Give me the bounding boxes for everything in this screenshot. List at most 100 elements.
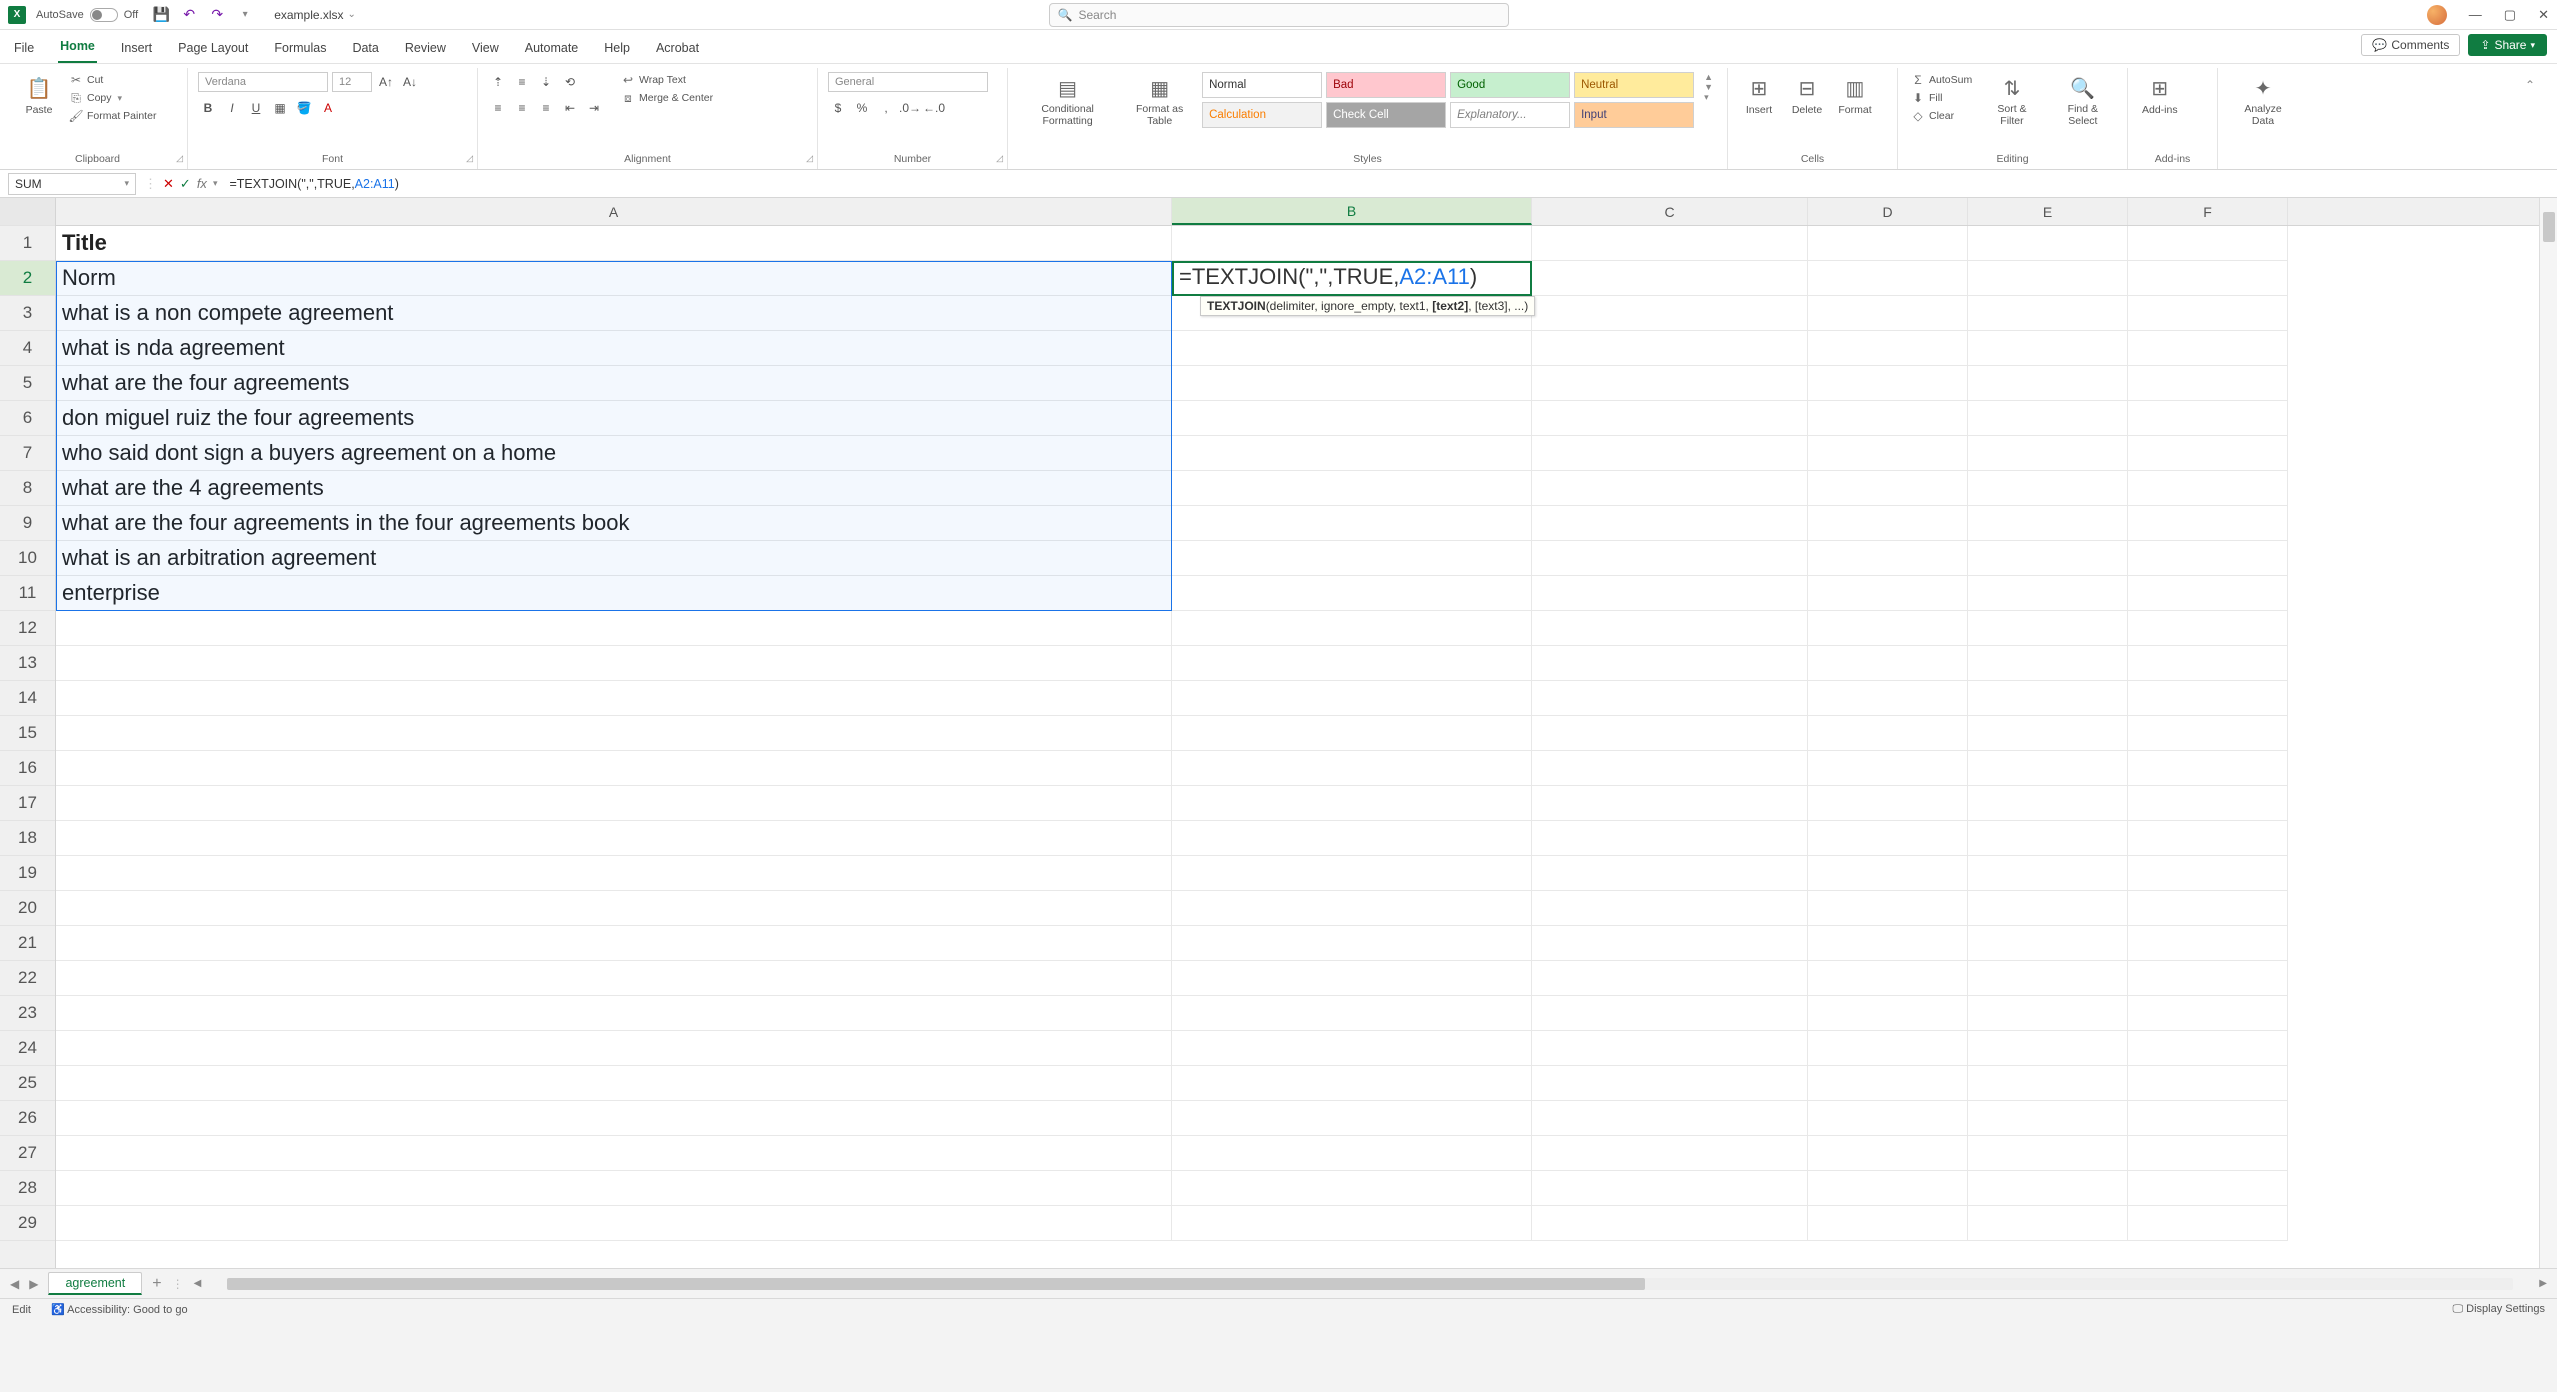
number-format-select[interactable]: General (828, 72, 988, 92)
column-header-b[interactable]: B (1172, 198, 1532, 225)
delete-cells-button[interactable]: ⊟Delete (1786, 72, 1828, 118)
cell[interactable] (56, 996, 1172, 1031)
align-left-icon[interactable]: ≡ (488, 98, 508, 118)
cell-a3[interactable]: what is a non compete agreement (56, 296, 1172, 331)
cell[interactable] (1808, 856, 1968, 891)
align-bottom-icon[interactable]: ⇣ (536, 72, 556, 92)
cell[interactable] (1172, 1206, 1532, 1241)
cell[interactable] (1172, 506, 1532, 541)
style-neutral[interactable]: Neutral (1574, 72, 1694, 98)
cell[interactable] (1532, 1031, 1808, 1066)
cell[interactable] (1808, 1171, 1968, 1206)
cell[interactable] (1172, 996, 1532, 1031)
column-header-d[interactable]: D (1808, 198, 1968, 225)
cell[interactable] (1968, 646, 2128, 681)
row-header[interactable]: 21 (0, 926, 55, 961)
cell[interactable] (1808, 541, 1968, 576)
tab-automate[interactable]: Automate (523, 35, 581, 63)
filename[interactable]: example.xlsx ⌄ (274, 8, 356, 22)
cell[interactable] (1172, 681, 1532, 716)
cell[interactable] (2128, 366, 2288, 401)
cell[interactable] (2128, 926, 2288, 961)
select-all-corner[interactable] (0, 198, 55, 226)
cell[interactable] (1172, 401, 1532, 436)
row-header[interactable]: 26 (0, 1101, 55, 1136)
insert-cells-button[interactable]: ⊞Insert (1738, 72, 1780, 118)
cell[interactable] (1808, 331, 1968, 366)
style-bad[interactable]: Bad (1326, 72, 1446, 98)
cell[interactable] (1968, 1101, 2128, 1136)
cell[interactable] (1968, 261, 2128, 296)
cell-a9[interactable]: what are the four agreements in the four… (56, 506, 1172, 541)
cell[interactable] (1172, 331, 1532, 366)
sheet-nav-next-icon[interactable]: ▶ (29, 1277, 38, 1291)
cell-a10[interactable]: what is an arbitration agreement (56, 541, 1172, 576)
cell[interactable] (1532, 401, 1808, 436)
cell[interactable] (2128, 716, 2288, 751)
cell[interactable] (2128, 681, 2288, 716)
cell[interactable] (1968, 681, 2128, 716)
cell[interactable] (1808, 1031, 1968, 1066)
align-middle-icon[interactable]: ≡ (512, 72, 532, 92)
tab-file[interactable]: File (12, 35, 36, 63)
analyze-data-button[interactable]: ✦Analyze Data (2228, 72, 2298, 129)
fill-color-button[interactable]: 🪣 (294, 98, 314, 118)
borders-button[interactable]: ▦ (270, 98, 290, 118)
cell-a11[interactable]: enterprise (56, 576, 1172, 611)
cell[interactable] (1968, 331, 2128, 366)
row-header[interactable]: 1 (0, 226, 55, 261)
row-header[interactable]: 27 (0, 1136, 55, 1171)
cell[interactable] (2128, 296, 2288, 331)
row-header[interactable]: 15 (0, 716, 55, 751)
cell[interactable] (1968, 821, 2128, 856)
cell[interactable] (1808, 1136, 1968, 1171)
font-size-select[interactable]: 12 (332, 72, 372, 92)
cell[interactable] (1968, 926, 2128, 961)
cell[interactable] (2128, 646, 2288, 681)
row-header[interactable]: 29 (0, 1206, 55, 1241)
style-normal[interactable]: Normal (1202, 72, 1322, 98)
cell[interactable] (1968, 891, 2128, 926)
cell[interactable] (2128, 1136, 2288, 1171)
cell[interactable] (1532, 576, 1808, 611)
accounting-format-icon[interactable]: $ (828, 98, 848, 118)
align-right-icon[interactable]: ≡ (536, 98, 556, 118)
font-dialog-icon[interactable]: ◿ (466, 153, 473, 164)
row-header[interactable]: 16 (0, 751, 55, 786)
tab-data[interactable]: Data (350, 35, 380, 63)
cell[interactable] (1808, 506, 1968, 541)
cell[interactable] (1172, 891, 1532, 926)
cell[interactable] (1968, 611, 2128, 646)
collapse-ribbon-icon[interactable]: ⌃ (2511, 68, 2549, 169)
cell[interactable] (1532, 646, 1808, 681)
cell[interactable] (56, 1066, 1172, 1101)
alignment-dialog-icon[interactable]: ◿ (806, 153, 813, 164)
cell[interactable] (56, 751, 1172, 786)
sheet-tab-agreement[interactable]: agreement (48, 1272, 142, 1295)
cell[interactable] (1172, 1101, 1532, 1136)
cell[interactable] (1532, 436, 1808, 471)
cell[interactable] (1808, 261, 1968, 296)
row-header[interactable]: 6 (0, 401, 55, 436)
decrease-font-icon[interactable]: A↓ (400, 72, 420, 92)
format-as-table-button[interactable]: ▦Format as Table (1123, 72, 1196, 129)
font-color-button[interactable]: A (318, 98, 338, 118)
cell[interactable] (1968, 296, 2128, 331)
row-header[interactable]: 23 (0, 996, 55, 1031)
cell[interactable] (1968, 786, 2128, 821)
cell[interactable] (1968, 1066, 2128, 1101)
cell[interactable] (2128, 576, 2288, 611)
cell[interactable] (1808, 296, 1968, 331)
tab-insert[interactable]: Insert (119, 35, 154, 63)
cell[interactable] (1532, 506, 1808, 541)
cell[interactable] (1968, 1171, 2128, 1206)
cell[interactable] (1532, 611, 1808, 646)
style-check-cell[interactable]: Check Cell (1326, 102, 1446, 128)
horizontal-scrollbar[interactable] (227, 1278, 2513, 1290)
cell-styles-gallery[interactable]: Normal Bad Good Neutral Calculation Chec… (1202, 72, 1694, 128)
cell[interactable] (1172, 366, 1532, 401)
row-header[interactable]: 19 (0, 856, 55, 891)
cell[interactable] (56, 611, 1172, 646)
row-header[interactable]: 11 (0, 576, 55, 611)
cell[interactable] (1808, 751, 1968, 786)
